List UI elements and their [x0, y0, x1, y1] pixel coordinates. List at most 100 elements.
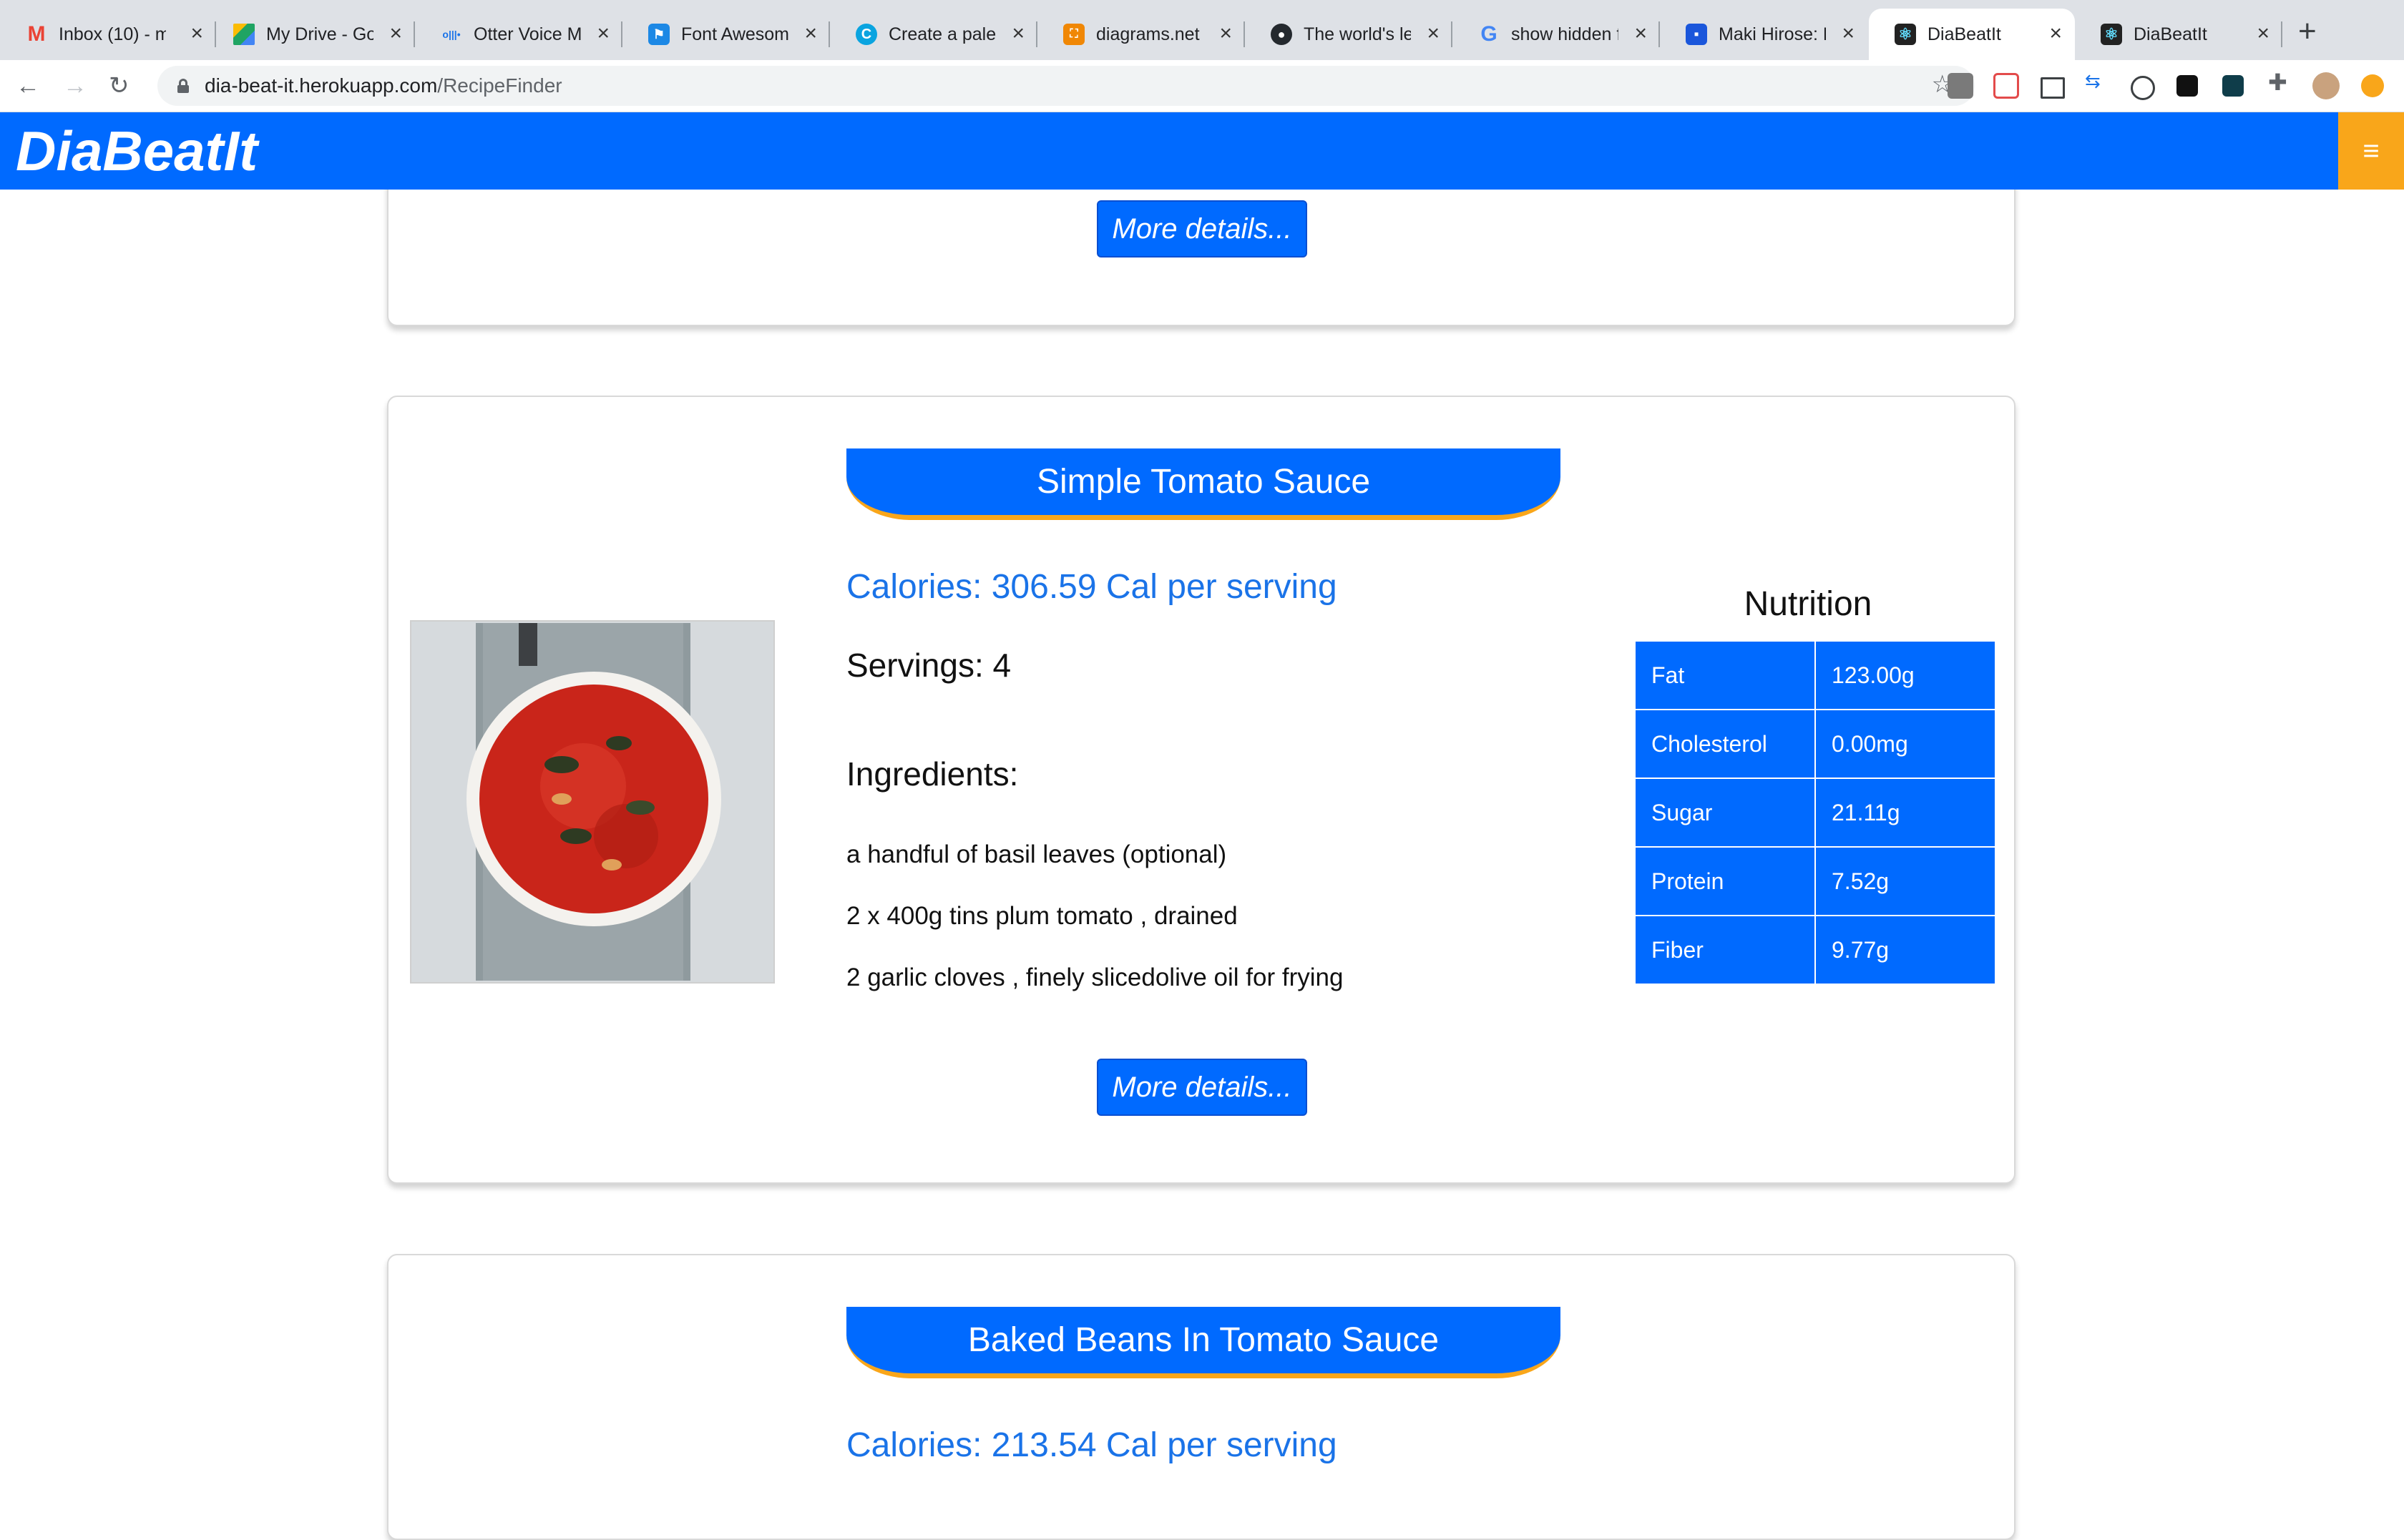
nutrient-label: Cholesterol: [1634, 709, 1816, 779]
app-header-bg: DiaBeatIt ≡: [0, 112, 2404, 190]
table-row: Protein 7.52g: [1634, 846, 1996, 916]
recipe-title: Simple Tomato Sauce: [846, 448, 1560, 520]
close-icon[interactable]: ×: [1634, 23, 1647, 44]
nutrient-label: Sugar: [1634, 778, 1816, 848]
react-icon: ⚛: [2101, 24, 2122, 45]
browser-tab[interactable]: M Inbox (10) - m ×: [0, 9, 216, 60]
google-icon: G: [1480, 22, 1497, 46]
otter-icon: o|||•: [442, 29, 461, 40]
close-icon[interactable]: ×: [1427, 23, 1440, 44]
close-icon[interactable]: ×: [1219, 23, 1232, 44]
tab-title: Otter Voice M: [474, 24, 581, 44]
recipe-image: [410, 620, 775, 984]
gmail-icon: M: [27, 22, 46, 46]
nutrient-value: 21.11g: [1814, 778, 1996, 848]
new-tab-button[interactable]: +: [2298, 16, 2317, 47]
profile-icon: ▪: [1686, 24, 1707, 45]
tab-title: Create a palet: [889, 24, 996, 44]
nutrient-value: 123.00g: [1814, 640, 1996, 710]
url-bar[interactable]: dia-beat-it.herokuapp.com/RecipeFinder ☆: [157, 66, 1975, 106]
browser-tab[interactable]: C Create a palet ×: [830, 9, 1037, 60]
table-row: Sugar 21.11g: [1634, 778, 1996, 848]
browser-tab[interactable]: My Drive - Go ×: [207, 9, 415, 60]
react-icon: ⚛: [1895, 24, 1916, 45]
tab-title: The world's le: [1304, 24, 1411, 44]
nutrient-value: 7.52g: [1814, 846, 1996, 916]
puzzle-icon[interactable]: ✚: [2268, 69, 2294, 95]
close-icon[interactable]: ×: [2257, 23, 2269, 44]
table-row: Fiber 9.77g: [1634, 915, 1996, 985]
drive-icon: [233, 24, 255, 45]
circle-extension-icon[interactable]: [2131, 76, 2155, 100]
app-logo-text[interactable]: DiaBeatIt: [16, 122, 258, 180]
hamburger-icon: ≡: [2363, 134, 2380, 167]
browser-tab[interactable]: ▪ Maki Hirose: L ×: [1660, 9, 1867, 60]
tab-title: My Drive - Go: [266, 24, 373, 44]
nutrient-value: 0.00mg: [1814, 709, 1996, 779]
flag-icon: ⚑: [648, 24, 670, 45]
close-icon[interactable]: ×: [804, 23, 817, 44]
diagrams-icon: ⛶: [1063, 24, 1085, 45]
recipe-title: Baked Beans In Tomato Sauce: [846, 1307, 1560, 1378]
sync-arrows-icon[interactable]: ⇆: [2085, 70, 2111, 96]
tab-separator: [2281, 21, 2282, 47]
browser-tab[interactable]: o|||• Otter Voice M ×: [415, 9, 622, 60]
tab-title: Inbox (10) - m: [59, 24, 166, 44]
ingredient-item: 2 garlic cloves , finely slicedolive oil…: [846, 963, 1344, 991]
lock-icon[interactable]: [177, 79, 189, 93]
forward-arrow-icon[interactable]: →: [63, 70, 87, 102]
browser-tab-strip: M Inbox (10) - m × My Drive - Go × o|||•…: [0, 0, 2404, 60]
tab-title: show hidden f: [1511, 24, 1618, 44]
nutrition-table: Fat 123.00g Cholesterol 0.00mg Sugar 21.11g…: [1634, 640, 1996, 985]
back-arrow-icon[interactable]: ←: [16, 70, 40, 102]
coolors-icon: C: [856, 24, 877, 45]
extension-icon[interactable]: [1948, 73, 1973, 99]
tab-title: DiaBeatIt: [2134, 24, 2207, 44]
ingredient-item: 2 x 400g tins plum tomato , drained: [846, 902, 1238, 930]
screenshot-icon[interactable]: [2041, 77, 2065, 99]
nutrient-value: 9.77g: [1814, 915, 1996, 985]
tab-title: DiaBeatIt: [1927, 24, 2001, 44]
update-icon[interactable]: [2361, 74, 2384, 97]
close-icon[interactable]: ×: [389, 23, 402, 44]
browser-tab-active[interactable]: ⚛ DiaBeatIt ×: [1869, 9, 2075, 60]
browser-tab[interactable]: G show hidden f ×: [1452, 9, 1660, 60]
table-row: Cholesterol 0.00mg: [1634, 709, 1996, 779]
close-icon[interactable]: ×: [1012, 23, 1025, 44]
close-icon[interactable]: ×: [190, 23, 203, 44]
recipe-card: Simple Tomato Sauce Calories: 306.59 Cal…: [387, 396, 2015, 1184]
ingredients-heading: Ingredients:: [846, 755, 1019, 793]
address-toolbar: ← → ↻ dia-beat-it.herokuapp.com/RecipeFi…: [0, 60, 2404, 112]
browser-tab[interactable]: ⛶ diagrams.net ×: [1037, 9, 1245, 60]
url-text: dia-beat-it.herokuapp.com/RecipeFinder: [205, 74, 562, 97]
close-icon[interactable]: ×: [2049, 23, 2062, 44]
recipe-calories: Calories: 306.59 Cal per serving: [846, 568, 1337, 606]
github-icon: ●: [1271, 24, 1292, 45]
tomato-sauce-photo: [411, 622, 773, 982]
close-icon[interactable]: ×: [1842, 23, 1855, 44]
recipe-servings: Servings: 4: [846, 647, 1012, 684]
tab-title: diagrams.net: [1096, 24, 1200, 44]
flag-extension-icon[interactable]: [2176, 75, 2198, 97]
ingredient-item: a handful of basil leaves (optional): [846, 840, 1227, 868]
browser-tab[interactable]: ⚑ Font Awesome ×: [622, 9, 830, 60]
tab-title: Maki Hirose: L: [1719, 24, 1826, 44]
url-path: /RecipeFinder: [437, 74, 562, 97]
recipe-card: Baked Beans In Tomato Sauce Calories: 21…: [387, 1254, 2015, 1540]
recipe-calories: Calories: 213.54 Cal per serving: [846, 1426, 1337, 1464]
tab-title: Font Awesome: [681, 24, 788, 44]
more-details-button[interactable]: More details...: [1097, 1059, 1307, 1116]
browser-tab[interactable]: ⚛ DiaBeatIt ×: [2075, 9, 2282, 60]
reload-icon[interactable]: ↻: [109, 70, 130, 102]
extension-badge-icon[interactable]: [1993, 73, 2019, 99]
table-row: Fat 123.00g: [1634, 640, 1996, 710]
menu-toggle[interactable]: ≡: [2338, 112, 2404, 190]
nutrient-label: Protein: [1634, 846, 1816, 916]
react-devtools-icon[interactable]: [2222, 75, 2244, 97]
more-details-button[interactable]: More details...: [1097, 200, 1307, 258]
nutrition-title: Nutrition: [1744, 585, 1872, 623]
browser-tab[interactable]: ● The world's le ×: [1245, 9, 1452, 60]
nutrient-label: Fiber: [1634, 915, 1816, 985]
close-icon[interactable]: ×: [597, 23, 610, 44]
avatar[interactable]: [2312, 72, 2340, 99]
